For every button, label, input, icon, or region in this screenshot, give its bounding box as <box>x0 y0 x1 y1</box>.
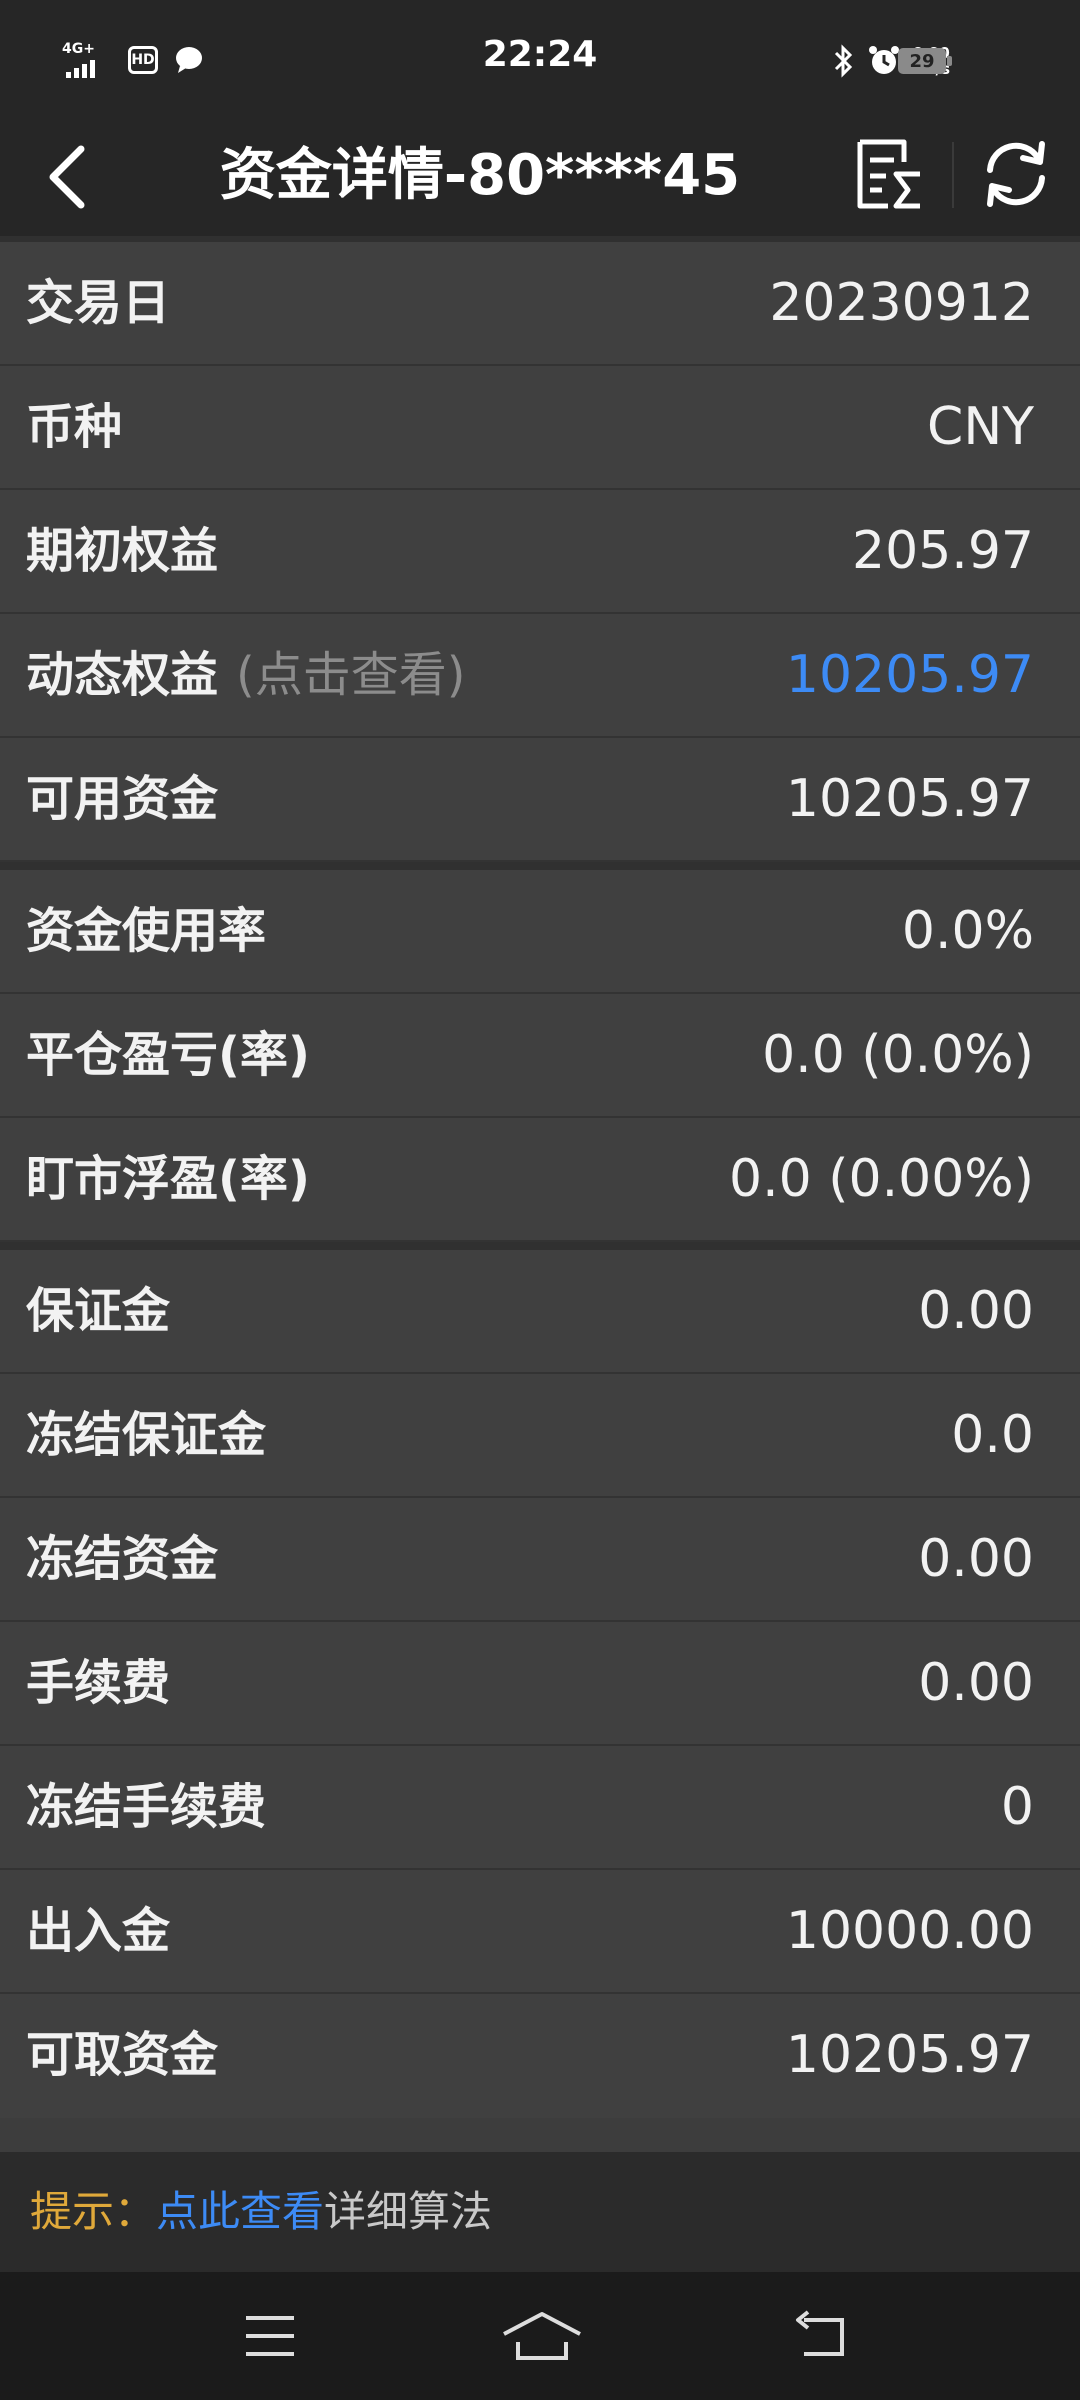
row-value: CNY <box>927 397 1034 457</box>
row-value: 0.0 <box>951 1405 1034 1465</box>
row-margin: 保证金 0.00 <box>0 1250 1080 1374</box>
row-mark-to-market-pnl: 盯市浮盈(率) 0.0 (0.00%) <box>0 1118 1080 1242</box>
row-withdrawable-funds: 可取资金 10205.97 <box>0 1994 1080 2118</box>
row-label: 冻结手续费 <box>26 1779 267 1835</box>
row-value: 10205.97 <box>785 769 1034 829</box>
row-label: 资金使用率 <box>26 903 267 959</box>
row-value: 10205.97 <box>785 2025 1034 2085</box>
row-label: 保证金 <box>26 1283 171 1339</box>
row-deposit-withdrawal: 出入金 10000.00 <box>0 1870 1080 1994</box>
tip-prefix: 提示： <box>30 2187 157 2236</box>
home-icon <box>503 2312 581 2360</box>
dynamic-equity-link[interactable]: 10205.97 <box>786 614 1034 736</box>
algorithm-link[interactable]: 点此查看 <box>156 2187 324 2236</box>
row-value: 0.0 (0.00%) <box>729 1149 1034 1209</box>
row-value: 10000.00 <box>785 1901 1034 1961</box>
row-value: 0 <box>1000 1777 1034 1837</box>
section-divider <box>0 1242 1080 1250</box>
page-title: 资金详情-80****45 <box>219 143 741 208</box>
row-value: 0.0 (0.0%) <box>762 1025 1034 1085</box>
row-value: 20230912 <box>769 273 1034 333</box>
refresh-button[interactable] <box>978 136 1054 212</box>
header-divider <box>952 142 954 208</box>
battery-icon: 29 <box>898 48 946 74</box>
row-opening-equity: 期初权益 205.97 <box>0 490 1080 614</box>
view-hint: (点击查看) <box>236 647 466 703</box>
row-label: 动态权益 (点击查看) <box>26 614 465 736</box>
row-value: 0.00 <box>918 1653 1034 1713</box>
row-value: 0.00 <box>918 1281 1034 1341</box>
menu-button[interactable] <box>240 2308 300 2364</box>
battery-level: 29 <box>909 50 935 72</box>
summary-report-button[interactable] <box>852 132 928 218</box>
refresh-icon <box>987 141 1045 207</box>
row-value: 205.97 <box>852 521 1034 581</box>
bluetooth-icon <box>834 44 852 78</box>
row-value: 0.00 <box>918 1529 1034 1589</box>
row-label: 手续费 <box>26 1655 171 1711</box>
row-fund-usage-rate: 资金使用率 0.0% <box>0 870 1080 994</box>
section-divider <box>0 862 1080 870</box>
row-frozen-fee: 冻结手续费 0 <box>0 1746 1080 1870</box>
system-nav-bar <box>0 2272 1080 2400</box>
row-label: 可用资金 <box>26 771 219 827</box>
row-label: 盯市浮盈(率) <box>26 1151 310 1207</box>
row-value: 0.0% <box>901 901 1034 961</box>
row-label: 平仓盈亏(率) <box>26 1027 310 1083</box>
row-available-funds: 可用资金 10205.97 <box>0 738 1080 862</box>
tip-bar: 提示：点此查看详细算法 <box>0 2152 1080 2272</box>
return-icon <box>796 2310 844 2356</box>
row-label-text: 动态权益 <box>26 647 219 703</box>
row-frozen-margin: 冻结保证金 0.0 <box>0 1374 1080 1498</box>
home-button[interactable] <box>500 2308 584 2364</box>
row-label: 币种 <box>26 399 123 455</box>
row-frozen-funds: 冻结资金 0.00 <box>0 1498 1080 1622</box>
tip-text: 提示：点此查看详细算法 <box>30 2152 492 2272</box>
tip-rest: 详细算法 <box>324 2187 493 2236</box>
row-label: 期初权益 <box>26 523 219 579</box>
nav-bar: 资金详情-80****45 <box>0 118 1080 236</box>
alarm-icon <box>868 46 899 74</box>
row-label: 冻结资金 <box>26 1531 219 1587</box>
status-bar: 4G+ HD 22:24 0.90 KB/s 29 <box>0 0 1080 118</box>
row-currency: 币种 CNY <box>0 366 1080 490</box>
fund-detail-list: 交易日 20230912 币种 CNY 期初权益 205.97 动态权益 (点击查… <box>0 236 1080 2152</box>
report-sigma-icon <box>857 139 920 209</box>
row-trade-date: 交易日 20230912 <box>0 242 1080 366</box>
row-label: 交易日 <box>26 275 171 331</box>
row-label: 出入金 <box>26 1903 171 1959</box>
row-closing-pnl: 平仓盈亏(率) 0.0 (0.0%) <box>0 994 1080 1118</box>
back-nav-button[interactable] <box>790 2308 850 2364</box>
battery-tip <box>947 56 952 66</box>
row-dynamic-equity[interactable]: 动态权益 (点击查看) 10205.97 <box>0 614 1080 738</box>
row-fee: 手续费 0.00 <box>0 1622 1080 1746</box>
menu-icon <box>246 2316 294 2356</box>
row-label: 冻结保证金 <box>26 1407 267 1463</box>
row-label: 可取资金 <box>26 2027 219 2083</box>
